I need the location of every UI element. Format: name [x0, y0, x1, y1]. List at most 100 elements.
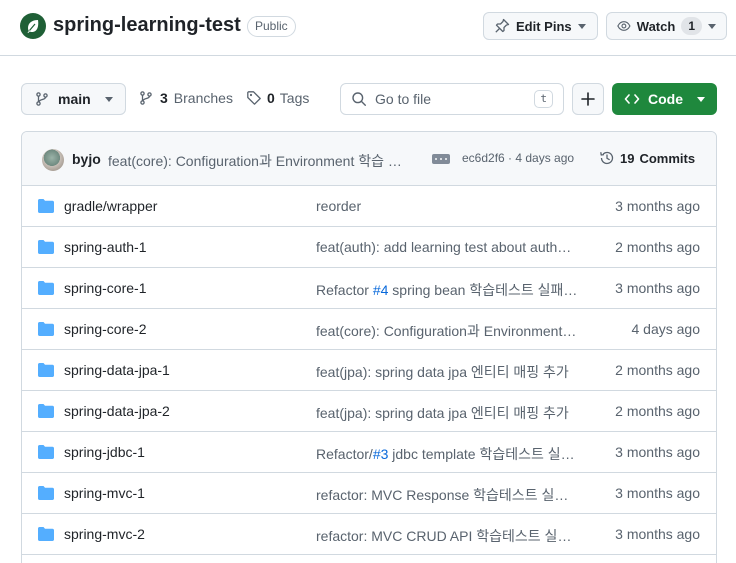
commit-msg-text: reorder	[316, 198, 362, 214]
last-commit-age: 3 months ago	[615, 485, 700, 501]
commit-msg-text: feat(jpa): spring data jpa 엔티티 매핑 추가	[316, 364, 569, 380]
code-button[interactable]: Code	[612, 83, 717, 115]
git-branch-icon	[140, 91, 152, 105]
eye-icon	[617, 21, 631, 31]
branches-count: 3	[160, 90, 168, 106]
last-commit-message[interactable]: feat(jpa): spring data jpa 엔티티 매핑 추가	[316, 362, 578, 382]
code-label: Code	[648, 91, 683, 107]
folder-name[interactable]: spring-auth-1	[64, 239, 147, 255]
chevron-down-icon	[697, 96, 705, 102]
folder-icon	[38, 445, 54, 459]
tag-icon	[247, 91, 261, 105]
commit-author[interactable]: byjo	[72, 151, 101, 167]
edit-pins-button[interactable]: Edit Pins	[483, 12, 598, 40]
last-commit-message[interactable]: feat(auth): add learning test about auth…	[316, 239, 578, 255]
table-row[interactable]: spring-data-jpa-1 feat(jpa): spring data …	[22, 350, 716, 391]
commit-msg-text: feat(core): Configuration과 Environment 학…	[316, 323, 578, 339]
last-commit-age: 2 months ago	[615, 239, 700, 255]
repo-toolbar: main 3 Branches 0 Tags Go to file t Code	[0, 83, 736, 115]
folder-icon	[38, 527, 54, 541]
commit-msg-text: Refactor	[316, 282, 373, 298]
tags-count: 0	[267, 90, 275, 106]
folder-name[interactable]: spring-core-2	[64, 321, 146, 337]
table-row[interactable]: spring-mvc-2 refactor: MVC CRUD API 학습테스트…	[22, 514, 716, 555]
commits-count: 19	[620, 150, 635, 166]
last-commit-message[interactable]: Refactor/#3 jdbc template 학습테스트 실패하도록 수정	[316, 444, 578, 464]
last-commit-message[interactable]: feat(jpa): spring data jpa 엔티티 매핑 추가	[316, 403, 578, 423]
tags-link[interactable]: 0 Tags	[246, 90, 309, 106]
table-row[interactable]: spring-mvc-1 refactor: MVC Response 학습테스트…	[22, 473, 716, 514]
table-row[interactable]: gradle/wrapper reorder 3 months ago	[22, 186, 716, 227]
folder-name[interactable]: gradle/wrapper	[64, 198, 157, 214]
issue-link[interactable]: #4	[373, 282, 389, 298]
code-icon	[624, 94, 640, 104]
last-commit-message[interactable]: feat(core): Configuration과 Environment 학…	[316, 321, 578, 341]
table-row[interactable]: spring-auth-1 feat(auth): add learning te…	[22, 227, 716, 268]
watch-label: Watch	[636, 18, 676, 34]
search-placeholder: Go to file	[375, 91, 432, 107]
commit-msg-text: feat(jpa): spring data jpa 엔티티 매핑 추가	[316, 405, 569, 421]
git-branch-icon	[36, 92, 48, 106]
commit-message[interactable]: feat(core): Configuration과 Environment 학…	[108, 151, 411, 171]
ellipsis-expand-icon[interactable]	[432, 154, 450, 164]
repo-name[interactable]: spring-learning-test	[53, 14, 241, 37]
tags-label: Tags	[279, 90, 310, 106]
search-icon	[352, 92, 366, 106]
repo-header: spring-learning-test Public Edit Pins Wa…	[0, 0, 736, 56]
repo-logo-avatar[interactable]	[20, 13, 46, 39]
table-row[interactable]: spring-core-2 feat(core): Configuration과 …	[22, 309, 716, 350]
branch-name: main	[58, 91, 91, 107]
last-commit-message[interactable]: refactor: MVC CRUD API 학습테스트 실패하도록 수정	[316, 526, 578, 546]
last-commit-age: 2 months ago	[615, 362, 700, 378]
keyboard-shortcut-hint: t	[534, 90, 553, 108]
last-commit-age: 3 months ago	[615, 526, 700, 542]
chevron-down-icon	[708, 23, 716, 29]
table-row[interactable]: spring-jdbc-1 Refactor/#3 jdbc template 학…	[22, 432, 716, 473]
branches-link[interactable]: 3 Branches	[138, 90, 233, 106]
last-commit-message[interactable]: refactor: MVC Response 학습테스트 실패하도록 수정	[316, 485, 578, 505]
commit-msg-text-rest: jdbc template 학습테스트 실패하도록 수정	[392, 446, 578, 462]
commit-msg-text: refactor: MVC CRUD API 학습테스트 실패하도록 수정	[316, 528, 578, 544]
folder-icon	[38, 363, 54, 377]
folder-icon	[38, 240, 54, 254]
issue-link[interactable]: #3	[373, 446, 389, 462]
table-row[interactable]: spring-data-jpa-2 feat(jpa): spring data …	[22, 391, 716, 432]
avatar[interactable]	[42, 149, 64, 171]
commit-msg-text-rest: spring bean 학습테스트 실패하도록 수정	[392, 282, 578, 298]
folder-icon	[38, 486, 54, 500]
go-to-file-input[interactable]: Go to file t	[340, 83, 564, 115]
watch-count: 1	[681, 17, 702, 35]
leaf-icon	[27, 20, 39, 33]
last-commit-age: 3 months ago	[615, 444, 700, 460]
file-list: gradle/wrapper reorder 3 months ago spring-…	[22, 186, 716, 555]
chevron-down-icon	[105, 96, 113, 102]
folder-icon	[38, 281, 54, 295]
folder-name[interactable]: spring-core-1	[64, 280, 146, 296]
commit-msg-text: feat(auth): add learning test about auth…	[316, 239, 578, 255]
commit-msg-text: Refactor/	[316, 446, 373, 462]
commits-label: Commits	[639, 150, 696, 166]
folder-name[interactable]: spring-mvc-1	[64, 485, 145, 501]
visibility-badge: Public	[247, 16, 296, 37]
branches-label: Branches	[173, 90, 233, 106]
commit-hash-time[interactable]: ec6d2f6 · 4 days ago	[462, 151, 574, 165]
folder-name[interactable]: spring-jdbc-1	[64, 444, 145, 460]
last-commit-message[interactable]: reorder	[316, 198, 578, 214]
table-row[interactable]: spring-core-1 Refactor #4 spring bean 학습테…	[22, 268, 716, 309]
folder-icon	[38, 322, 54, 336]
file-browser: byjo feat(core): Configuration과 Environm…	[21, 131, 717, 563]
last-commit-age: 3 months ago	[615, 198, 700, 214]
branch-select-button[interactable]: main	[21, 83, 126, 115]
add-file-button[interactable]	[572, 83, 604, 115]
last-commit-message[interactable]: Refactor #4 spring bean 학습테스트 실패하도록 수정	[316, 280, 578, 300]
last-commit-age: 3 months ago	[615, 280, 700, 296]
folder-name[interactable]: spring-data-jpa-2	[64, 403, 170, 419]
last-commit-age: 4 days ago	[631, 321, 701, 337]
last-commit-age: 2 months ago	[615, 403, 700, 419]
folder-name[interactable]: spring-mvc-2	[64, 526, 145, 542]
folder-name[interactable]: spring-data-jpa-1	[64, 362, 170, 378]
watch-button[interactable]: Watch 1	[606, 12, 727, 40]
history-icon	[600, 151, 614, 165]
commits-history-link[interactable]: 19 Commits	[599, 150, 695, 166]
folder-icon	[38, 199, 54, 213]
